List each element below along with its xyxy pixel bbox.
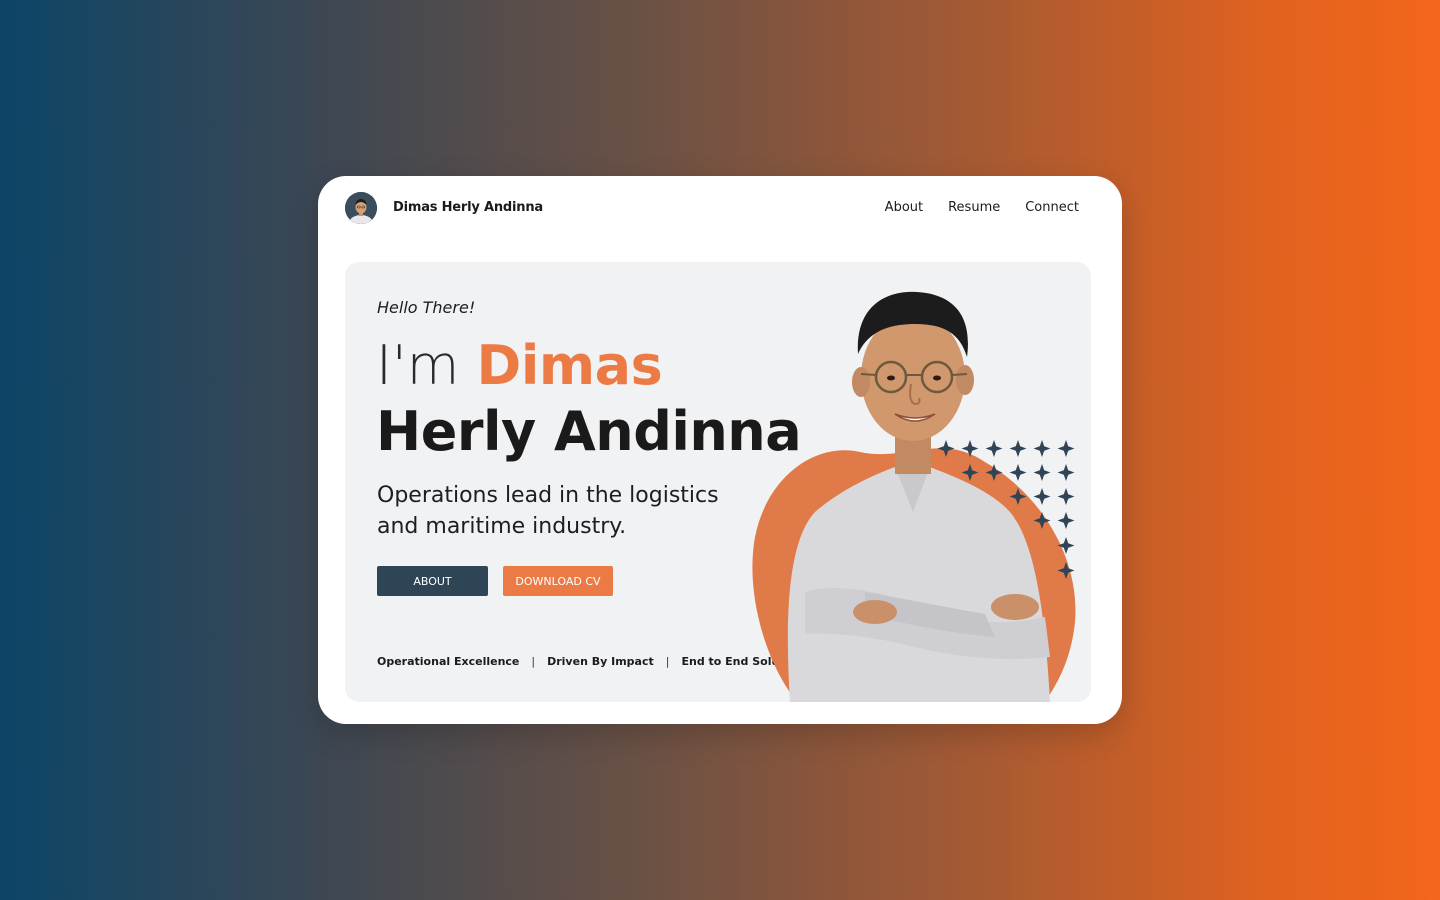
tag-driven-by-impact: Driven By Impact <box>547 655 654 668</box>
top-navbar: Dimas Herly Andinna About Resume Connect <box>318 176 1122 240</box>
portfolio-card: Dimas Herly Andinna About Resume Connect… <box>318 176 1122 724</box>
tag-separator: | <box>531 655 536 668</box>
headline-first-name: Dimas <box>476 334 663 397</box>
download-cv-button[interactable]: DOWNLOAD CV <box>503 566 613 596</box>
hero-illustration <box>752 291 1076 702</box>
tag-separator: | <box>665 655 670 668</box>
headline-line-1: I'm Dimas <box>376 332 663 400</box>
nav-connect[interactable]: Connect <box>1025 200 1079 215</box>
brand-name[interactable]: Dimas Herly Andinna <box>393 200 543 215</box>
hero-subtitle: Operations lead in the logistics and mar… <box>377 483 719 539</box>
avatar-photo <box>345 192 377 224</box>
about-button[interactable]: ABOUT <box>377 566 488 596</box>
hero-section: Hello There! I'm Dimas Herly Andinna Ope… <box>345 262 1091 702</box>
avatar[interactable] <box>345 192 377 224</box>
headline-line-2: Herly Andinna <box>376 400 802 463</box>
headline-prefix: I'm <box>376 334 477 397</box>
main-nav: About Resume Connect <box>885 200 1079 215</box>
nav-resume[interactable]: Resume <box>948 200 1000 215</box>
nav-about[interactable]: About <box>885 200 923 215</box>
greeting-text: Hello There! <box>377 298 476 317</box>
tag-operational-excellence: Operational Excellence <box>377 655 520 668</box>
